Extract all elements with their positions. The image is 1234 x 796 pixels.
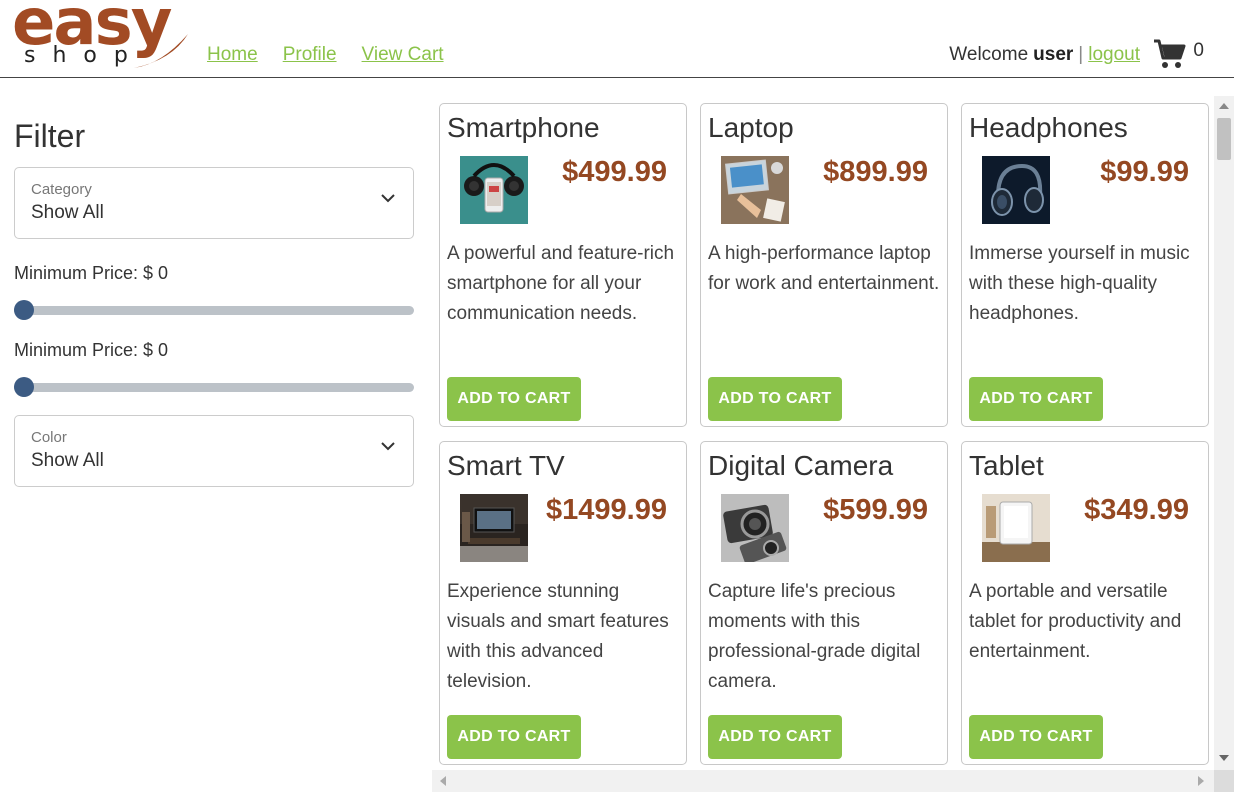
min-price-slider-2[interactable]: [14, 375, 414, 399]
user-separator: |: [1078, 44, 1084, 65]
product-name: Tablet: [969, 450, 1044, 481]
cart-count: 0: [1193, 40, 1204, 61]
product-description: A high-performance laptop for work and e…: [708, 243, 940, 294]
scroll-up-icon[interactable]: [1219, 103, 1229, 109]
product-description: Immerse yourself in music with these hig…: [969, 243, 1190, 324]
chevron-down-icon: [381, 442, 395, 451]
add-to-cart-button[interactable]: ADD TO CART: [708, 715, 842, 759]
product-price: $349.99: [1084, 494, 1189, 526]
username: user: [1033, 44, 1074, 65]
product-description: A portable and versatile tablet for prod…: [969, 581, 1182, 662]
product-price: $99.99: [1100, 156, 1189, 188]
product-description: Experience stunning visuals and smart fe…: [447, 581, 669, 692]
product-name: Smart TV: [447, 450, 565, 481]
add-to-cart-button[interactable]: ADD TO CART: [969, 715, 1103, 759]
smartphone-image: [460, 156, 528, 224]
logo-subword: shop: [24, 43, 145, 68]
product-price: $599.99: [823, 494, 928, 526]
slider-thumb[interactable]: [14, 377, 34, 397]
scroll-right-icon[interactable]: [1198, 776, 1204, 786]
min-price-slider[interactable]: [14, 298, 414, 322]
category-value: Show All: [31, 202, 104, 223]
digital-camera-image: [721, 494, 789, 562]
product-description: A powerful and feature-rich smartphone f…: [447, 243, 675, 324]
shopping-cart-icon: [1154, 39, 1186, 68]
min-price-label-2: Minimum Price: $ 0: [14, 340, 169, 360]
product-name: Digital Camera: [708, 450, 894, 481]
horizontal-scrollbar[interactable]: [432, 770, 1214, 792]
filter-sidebar: Filter Category Show All Minimum Price: …: [14, 100, 414, 487]
welcome-text: Welcome: [949, 44, 1029, 65]
easyshop-logo[interactable]: easy shop: [12, 0, 188, 72]
scrollbar-thumb[interactable]: [1217, 118, 1231, 160]
product-name: Headphones: [969, 112, 1128, 143]
product-card-headphones: Headphones $99.99 Immerse yourself in mu…: [961, 103, 1209, 427]
add-to-cart-button[interactable]: ADD TO CART: [708, 377, 842, 421]
product-card-tablet: Tablet $349.99 A portable and versatile …: [961, 441, 1209, 765]
category-select[interactable]: Category Show All: [14, 167, 414, 239]
min-price-label: Minimum Price: $ 0: [14, 263, 169, 283]
nav-view-cart-link[interactable]: View Cart: [362, 44, 444, 66]
main-nav: Home Profile View Cart: [207, 44, 444, 66]
product-name: Laptop: [708, 112, 794, 143]
product-card-digital-camera: Digital Camera $599.99 Capture life's pr…: [700, 441, 948, 765]
scrollbar-corner: [1214, 770, 1234, 792]
scroll-down-icon[interactable]: [1219, 755, 1229, 761]
product-card-smartphone: Smartphone $499.99 A powerful and featur…: [439, 103, 687, 427]
user-info: Welcome user | logout: [949, 44, 1140, 66]
slider-thumb[interactable]: [14, 300, 34, 320]
nav-home-link[interactable]: Home: [207, 44, 258, 66]
slider-track: [14, 383, 414, 392]
product-card-smart-tv: Smart TV $1499.99 Experience stunning vi…: [439, 441, 687, 765]
color-value: Show All: [31, 450, 104, 471]
product-list: Smartphone $499.99 A powerful and featur…: [432, 96, 1234, 796]
add-to-cart-button[interactable]: ADD TO CART: [447, 715, 581, 759]
product-price: $899.99: [823, 156, 928, 188]
color-label: Color: [31, 429, 67, 446]
filter-title: Filter: [14, 118, 86, 154]
scroll-left-icon[interactable]: [440, 776, 446, 786]
smart-tv-image: [460, 494, 528, 562]
color-select[interactable]: Color Show All: [14, 415, 414, 487]
nav-profile-link[interactable]: Profile: [283, 44, 337, 66]
add-to-cart-button[interactable]: ADD TO CART: [447, 377, 581, 421]
slider-track: [14, 306, 414, 315]
category-label: Category: [31, 181, 92, 198]
product-name: Smartphone: [447, 112, 600, 143]
chevron-down-icon: [381, 194, 395, 203]
logout-link[interactable]: logout: [1088, 44, 1140, 66]
product-card-laptop: Laptop $899.99 A high-performance laptop…: [700, 103, 948, 427]
tablet-image: [982, 494, 1050, 562]
product-price: $499.99: [562, 156, 667, 188]
laptop-image: [721, 156, 789, 224]
cart-button[interactable]: 0: [1153, 38, 1204, 70]
vertical-scrollbar[interactable]: [1214, 96, 1234, 770]
header: easy shop Home Profile View Cart Welcome…: [0, 0, 1234, 78]
product-description: Capture life's precious moments with thi…: [708, 581, 921, 692]
headphones-image: [982, 156, 1050, 224]
product-price: $1499.99: [546, 494, 667, 526]
add-to-cart-button[interactable]: ADD TO CART: [969, 377, 1103, 421]
